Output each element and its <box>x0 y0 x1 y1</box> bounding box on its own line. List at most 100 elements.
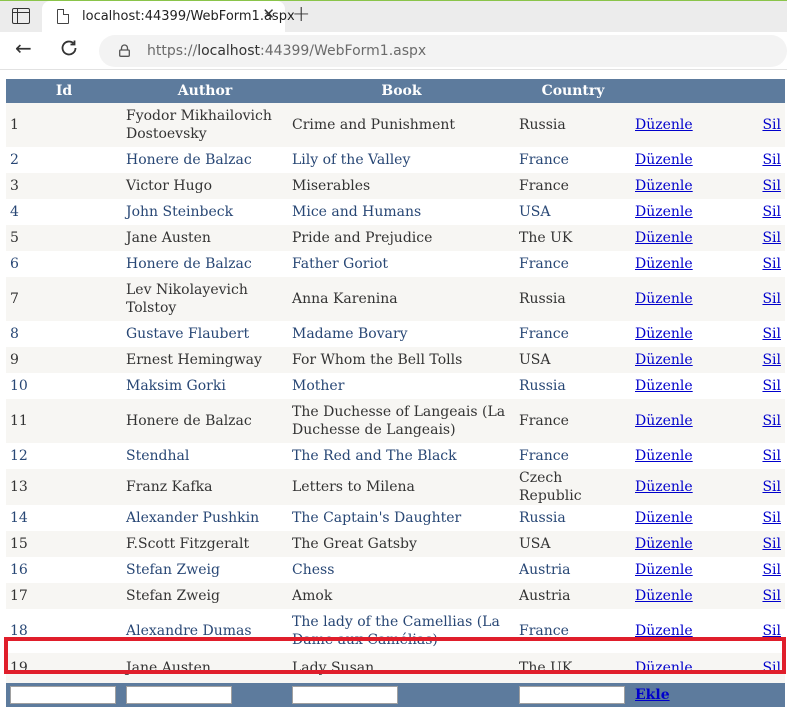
author-cell: Honere de Balzac <box>122 399 288 443</box>
country-cell: Austria <box>515 583 631 609</box>
delete-cell: Sil <box>757 583 785 609</box>
country-cell: Russia <box>515 505 631 531</box>
delete-cell: Sil <box>757 399 785 443</box>
id-cell: 18 <box>6 609 122 653</box>
edit-link[interactable]: Düzenle <box>635 378 693 394</box>
footer-cell-author <box>122 683 288 707</box>
country-cell: France <box>515 173 631 199</box>
delete-link[interactable]: Sil <box>762 326 781 342</box>
edit-link[interactable]: Düzenle <box>635 152 693 168</box>
edit-link[interactable]: Düzenle <box>635 413 693 429</box>
author-cell: Alexandre Dumas <box>122 609 288 653</box>
edit-link[interactable]: Düzenle <box>635 291 693 307</box>
edit-link[interactable]: Düzenle <box>635 479 693 495</box>
table-row: 15 F.Scott Fitzgeralt The Great Gatsby USA D… <box>6 531 785 557</box>
grid-header-row: Id Author Book Country <box>6 79 785 103</box>
new-book-input[interactable] <box>292 686 398 704</box>
delete-link[interactable]: Sil <box>762 562 781 578</box>
edit-link[interactable]: Düzenle <box>635 256 693 272</box>
edit-link[interactable]: Düzenle <box>635 536 693 552</box>
add-link[interactable]: Ekle <box>635 687 670 703</box>
edit-link[interactable]: Düzenle <box>635 510 693 526</box>
delete-link[interactable]: Sil <box>762 152 781 168</box>
country-cell: France <box>515 609 631 653</box>
book-cell: The Duchesse of Langeais (La Duchesse de… <box>288 399 515 443</box>
browser-tab[interactable]: localhost:44399/WebForm1.aspx ✕ <box>42 1 295 33</box>
edit-link[interactable]: Düzenle <box>635 352 693 368</box>
delete-cell: Sil <box>757 173 785 199</box>
close-icon[interactable]: ✕ <box>262 7 275 22</box>
tab-actions-icon[interactable] <box>12 8 30 24</box>
delete-link[interactable]: Sil <box>762 117 781 133</box>
new-author-input[interactable] <box>126 686 232 704</box>
header-id: Id <box>6 79 122 103</box>
new-id-input[interactable] <box>10 686 116 704</box>
delete-cell: Sil <box>757 505 785 531</box>
delete-link[interactable]: Sil <box>762 291 781 307</box>
author-cell: John Steinbeck <box>122 199 288 225</box>
delete-link[interactable]: Sil <box>762 479 781 495</box>
id-cell: 14 <box>6 505 122 531</box>
delete-link[interactable]: Sil <box>762 256 781 272</box>
delete-link[interactable]: Sil <box>762 510 781 526</box>
delete-link[interactable]: Sil <box>762 204 781 220</box>
edit-link[interactable]: Düzenle <box>635 623 693 639</box>
edit-cell: Düzenle <box>631 653 757 683</box>
book-cell: Letters to Milena <box>288 469 515 505</box>
delete-cell: Sil <box>757 469 785 505</box>
edit-link[interactable]: Düzenle <box>635 326 693 342</box>
delete-cell: Sil <box>757 277 785 321</box>
refresh-icon[interactable] <box>58 37 80 59</box>
edit-link[interactable]: Düzenle <box>635 204 693 220</box>
lock-icon[interactable] <box>119 44 130 57</box>
edit-cell: Düzenle <box>631 347 757 373</box>
book-cell: The lady of the Camellias (La Dame aux C… <box>288 609 515 653</box>
edit-link[interactable]: Düzenle <box>635 660 693 676</box>
delete-link[interactable]: Sil <box>762 378 781 394</box>
edit-link[interactable]: Düzenle <box>635 562 693 578</box>
country-cell: USA <box>515 347 631 373</box>
book-cell: Lady Susan <box>288 653 515 683</box>
table-row: 4 John Steinbeck Mice and Humans USA Düzenle… <box>6 199 785 225</box>
id-cell: 4 <box>6 199 122 225</box>
delete-cell: Sil <box>757 199 785 225</box>
address-bar-row: ← https://localhost:44399/WebForm1.aspx <box>0 32 787 70</box>
delete-link[interactable]: Sil <box>762 230 781 246</box>
url-text: https://localhost:44399/WebForm1.aspx <box>147 43 426 59</box>
edit-link[interactable]: Düzenle <box>635 117 693 133</box>
delete-link[interactable]: Sil <box>762 352 781 368</box>
author-cell: Maksim Gorki <box>122 373 288 399</box>
delete-link[interactable]: Sil <box>762 178 781 194</box>
back-arrow-icon[interactable]: ← <box>15 38 32 58</box>
country-cell: The UK <box>515 653 631 683</box>
author-cell: Alexander Pushkin <box>122 505 288 531</box>
delete-link[interactable]: Sil <box>762 660 781 676</box>
edit-link[interactable]: Düzenle <box>635 178 693 194</box>
delete-link[interactable]: Sil <box>762 536 781 552</box>
edit-link[interactable]: Düzenle <box>635 588 693 604</box>
edit-link[interactable]: Düzenle <box>635 448 693 464</box>
edit-cell: Düzenle <box>631 277 757 321</box>
edit-cell: Düzenle <box>631 399 757 443</box>
new-tab-icon[interactable]: + <box>292 4 310 26</box>
id-cell: 19 <box>6 653 122 683</box>
delete-link[interactable]: Sil <box>762 413 781 429</box>
book-cell: Mice and Humans <box>288 199 515 225</box>
delete-link[interactable]: Sil <box>762 588 781 604</box>
header-author: Author <box>122 79 288 103</box>
table-row: 14 Alexander Pushkin The Captain's Daughte… <box>6 505 785 531</box>
table-row: 11 Honere de Balzac The Duchesse of Langea… <box>6 399 785 443</box>
table-row: 12 Stendhal The Red and The Black France Düz… <box>6 443 785 469</box>
country-cell: Russia <box>515 373 631 399</box>
edit-cell: Düzenle <box>631 609 757 653</box>
url-field[interactable]: https://localhost:44399/WebForm1.aspx <box>99 35 787 67</box>
id-cell: 5 <box>6 225 122 251</box>
table-row: 10 Maksim Gorki Mother Russia Düzenle Sil <box>6 373 785 399</box>
delete-link[interactable]: Sil <box>762 448 781 464</box>
id-cell: 9 <box>6 347 122 373</box>
id-cell: 7 <box>6 277 122 321</box>
edit-link[interactable]: Düzenle <box>635 230 693 246</box>
author-cell: Jane Austen <box>122 653 288 683</box>
new-country-input[interactable] <box>519 686 625 704</box>
delete-link[interactable]: Sil <box>762 623 781 639</box>
